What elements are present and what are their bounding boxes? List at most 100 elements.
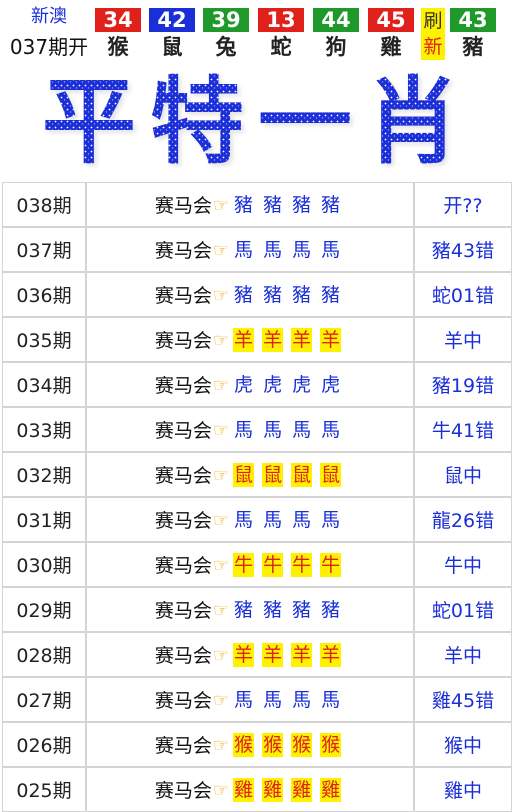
table-row: 033期 赛马会 ☞ 馬馬馬馬牛41错 [2, 407, 512, 452]
predicted-zodiac: 馬 [263, 508, 283, 531]
predicted-zodiac: 猴 [320, 732, 342, 757]
table-row: 037期 赛马会 ☞ 馬馬馬馬豬43错 [2, 227, 512, 272]
predicted-zodiac: 虎 [321, 373, 341, 396]
predicted-zodiac: 雞 [233, 777, 255, 802]
prediction-cell: 赛马会 ☞ 豬豬豬豬 [86, 587, 414, 632]
pointing-hand-icon: ☞ [212, 465, 230, 486]
predicted-zodiac: 馬 [234, 238, 254, 261]
period-cell: 027期 [2, 677, 86, 722]
predicted-zodiac: 馬 [292, 688, 312, 711]
predicted-zodiac: 牛 [291, 552, 313, 577]
source-label: 赛马会 [154, 510, 212, 532]
prediction-cell: 赛马会 ☞ 雞雞雞雞 [86, 767, 414, 812]
predicted-zodiac: 馬 [234, 508, 254, 531]
predicted-zodiac: 牛 [262, 552, 284, 577]
period-cell: 029期 [2, 587, 86, 632]
predicted-zodiac: 虎 [292, 373, 312, 396]
source-label: 赛马会 [154, 780, 212, 802]
predicted-zodiac: 雞 [320, 777, 342, 802]
source-label: 赛马会 [154, 600, 212, 622]
predicted-zodiac: 馬 [292, 508, 312, 531]
prediction-cell: 赛马会 ☞ 牛牛牛牛 [86, 542, 414, 587]
refresh-label: 刷 [423, 10, 443, 32]
ball-number: 44 [313, 8, 359, 32]
predicted-zodiac: 鼠 [291, 462, 313, 487]
refresh-new-label: 新 [423, 36, 443, 58]
period-cell: 030期 [2, 542, 86, 587]
table-row: 038期 赛马会 ☞ 豬豬豬豬开?? [2, 182, 512, 227]
ball-number: 34 [95, 8, 141, 32]
source-label: 赛马会 [154, 240, 212, 262]
draw-period: 037期开 [9, 35, 89, 59]
ball-zodiac: 狗 [325, 35, 347, 59]
predicted-zodiac: 豬 [263, 193, 283, 216]
period-cell: 034期 [2, 362, 86, 407]
prediction-cell: 赛马会 ☞ 馬馬馬馬 [86, 407, 414, 452]
predicted-zodiac: 馬 [263, 238, 283, 261]
pointing-hand-icon: ☞ [212, 420, 230, 441]
brand-label: 新澳 [31, 6, 67, 27]
banner-title: 平特一肖 [42, 67, 474, 177]
predicted-zodiac: 羊 [291, 642, 313, 667]
prediction-cell: 赛马会 ☞ 羊羊羊羊 [86, 632, 414, 677]
predicted-zodiac: 羊 [320, 327, 342, 352]
pointing-hand-icon: ☞ [212, 555, 230, 576]
predicted-zodiac: 鼠 [320, 462, 342, 487]
period-cell: 038期 [2, 182, 86, 227]
prediction-cell: 赛马会 ☞ 馬馬馬馬 [86, 497, 414, 542]
table-row: 025期 赛马会 ☞ 雞雞雞雞雞中 [2, 767, 512, 812]
predicted-zodiac: 馬 [263, 418, 283, 441]
predicted-zodiac: 豬 [292, 193, 312, 216]
prediction-cell: 赛马会 ☞ 馬馬馬馬 [86, 227, 414, 272]
banner-svg: 平特一肖 [42, 67, 474, 177]
prediction-cell: 赛马会 ☞ 虎虎虎虎 [86, 362, 414, 407]
prediction-cell: 赛马会 ☞ 馬馬馬馬 [86, 677, 414, 722]
predicted-zodiac: 羊 [233, 327, 255, 352]
table-row: 026期 赛马会 ☞ 猴猴猴猴猴中 [2, 722, 512, 767]
ball-zodiac: 雞 [380, 35, 402, 59]
predicted-zodiac: 豬 [292, 283, 312, 306]
predicted-zodiac: 羊 [291, 327, 313, 352]
source-label: 赛马会 [154, 375, 212, 397]
result-cell: 雞45错 [414, 677, 512, 722]
predicted-zodiac: 鼠 [262, 462, 284, 487]
result-cell: 牛41错 [414, 407, 512, 452]
predicted-zodiac: 豬 [263, 283, 283, 306]
ball-number: 45 [368, 8, 414, 32]
pointing-hand-icon: ☞ [212, 510, 230, 531]
table-row: 036期 赛马会 ☞ 豬豬豬豬蛇01错 [2, 272, 512, 317]
result-cell: 牛中 [414, 542, 512, 587]
pointing-hand-icon: ☞ [212, 375, 230, 396]
predicted-zodiac: 雞 [262, 777, 284, 802]
result-cell: 羊中 [414, 632, 512, 677]
source-label: 赛马会 [154, 555, 212, 577]
table-row: 035期 赛马会 ☞ 羊羊羊羊羊中 [2, 317, 512, 362]
refresh-button[interactable]: 刷 新 [421, 8, 445, 60]
prediction-cell: 赛马会 ☞ 羊羊羊羊 [86, 317, 414, 362]
period-cell: 037期 [2, 227, 86, 272]
predicted-zodiac: 牛 [320, 552, 342, 577]
result-cell: 豬19错 [414, 362, 512, 407]
result-cell: 豬43错 [414, 227, 512, 272]
predicted-zodiac: 馬 [292, 238, 312, 261]
ball-zodiac: 兔 [215, 35, 237, 59]
predicted-zodiac: 馬 [321, 508, 341, 531]
table-row: 034期 赛马会 ☞ 虎虎虎虎豬19错 [2, 362, 512, 407]
ball-number: 39 [203, 8, 249, 32]
period-cell: 036期 [2, 272, 86, 317]
source-label: 赛马会 [154, 735, 212, 757]
period-cell: 032期 [2, 452, 86, 497]
result-cell: 鼠中 [414, 452, 512, 497]
predicted-zodiac: 馬 [263, 688, 283, 711]
source-label: 赛马会 [154, 465, 212, 487]
prediction-cell: 赛马会 ☞ 鼠鼠鼠鼠 [86, 452, 414, 497]
period-cell: 031期 [2, 497, 86, 542]
predicted-zodiac: 羊 [320, 642, 342, 667]
predicted-zodiac: 猴 [262, 732, 284, 757]
predicted-zodiac: 馬 [321, 418, 341, 441]
predicted-zodiac: 豬 [321, 193, 341, 216]
source-label: 赛马会 [154, 690, 212, 712]
ball-number: 13 [258, 8, 304, 32]
period-cell: 026期 [2, 722, 86, 767]
result-cell: 开?? [414, 182, 512, 227]
